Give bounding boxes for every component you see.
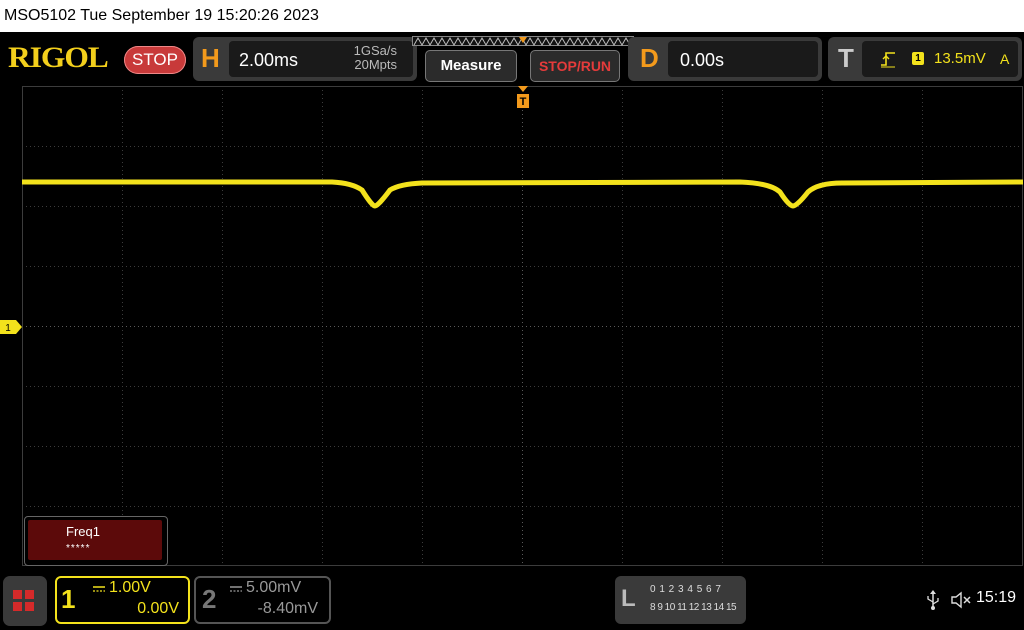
ch2-panel[interactable]: 2 5.00mV -8.40mV xyxy=(194,576,331,624)
trigger-panel[interactable]: T 1 13.5mV A xyxy=(828,37,1022,81)
waveform-memory-indicator xyxy=(412,36,634,46)
logic-analyzer-panel[interactable]: L 0 1 2 3 4 5 6 7 8 9 10 11 12 13 14 15 xyxy=(615,576,746,624)
trigger-position-marker[interactable]: T xyxy=(515,86,531,110)
ch1-number: 1 xyxy=(61,584,76,614)
sample-rate: 1GSa/s xyxy=(353,43,397,58)
run-state-indicator[interactable]: STOP xyxy=(124,46,186,74)
memory-depth: 20Mpts xyxy=(354,57,397,72)
system-clock: 15:19 xyxy=(976,589,1017,606)
measurement-box[interactable]: Freq1 ***** xyxy=(24,516,168,566)
delay-panel[interactable]: D 0.00s xyxy=(628,37,822,81)
rising-edge-icon xyxy=(881,52,895,68)
grid-menu-icon xyxy=(13,590,35,612)
trigger-letter: T xyxy=(838,43,854,73)
ch1-panel[interactable]: 1 1.00V 0.00V xyxy=(55,576,190,624)
measurement-value: ***** xyxy=(66,543,91,554)
dc-coupling-icon xyxy=(93,586,105,592)
delay-letter: D xyxy=(640,43,659,73)
usb-icon xyxy=(927,590,939,610)
ch2-number: 2 xyxy=(202,584,217,614)
logic-letter: L xyxy=(621,585,636,612)
ch1-marker-label: 1 xyxy=(5,323,11,334)
title-bar: MSO5102 Tue September 19 15:20:26 2023 xyxy=(0,0,1024,32)
ch1-offset: 0.00V xyxy=(137,600,179,617)
timebase-value: 2.00ms xyxy=(239,50,299,70)
top-toolbar: RIGOL STOP H 2.00ms 1GSa/s 20Mpts Measur… xyxy=(0,32,1024,84)
horizontal-panel[interactable]: H 2.00ms 1GSa/s 20Mpts xyxy=(193,37,417,81)
measurement-name: Freq1 xyxy=(66,524,100,539)
horizontal-letter: H xyxy=(201,43,220,73)
stop-run-button[interactable]: STOP/RUN xyxy=(530,50,620,82)
rigol-logo: RIGOL xyxy=(8,41,109,74)
trigger-marker-label: T xyxy=(520,96,527,108)
bottom-status-bar: 1 1.00V 0.00V 2 5.00mV -8.40mV L 0 1 2 3… xyxy=(0,570,1024,630)
trigger-level: 13.5mV xyxy=(934,50,986,67)
logic-channels-row2: 8 9 10 11 12 13 14 15 xyxy=(650,602,737,613)
dc-coupling-icon xyxy=(230,586,242,592)
logic-channels-row1: 0 1 2 3 4 5 6 7 xyxy=(650,584,722,595)
graticule-center xyxy=(22,86,1023,566)
measure-button[interactable]: Measure xyxy=(425,50,517,82)
waveform-display[interactable] xyxy=(22,86,1023,566)
speaker-muted-icon[interactable] xyxy=(950,590,972,610)
ch2-scale: 5.00mV xyxy=(246,579,302,596)
trigger-source-badge: 1 xyxy=(912,52,924,65)
ch1-scale: 1.00V xyxy=(109,579,151,596)
ch1-offset-marker[interactable]: 1 xyxy=(0,320,22,334)
delay-value: 0.00s xyxy=(680,50,725,70)
ch2-offset: -8.40mV xyxy=(257,600,318,617)
measurement-inner: Freq1 ***** xyxy=(28,520,162,560)
trigger-mode: A xyxy=(1000,51,1010,67)
main-menu-button[interactable] xyxy=(3,576,47,626)
